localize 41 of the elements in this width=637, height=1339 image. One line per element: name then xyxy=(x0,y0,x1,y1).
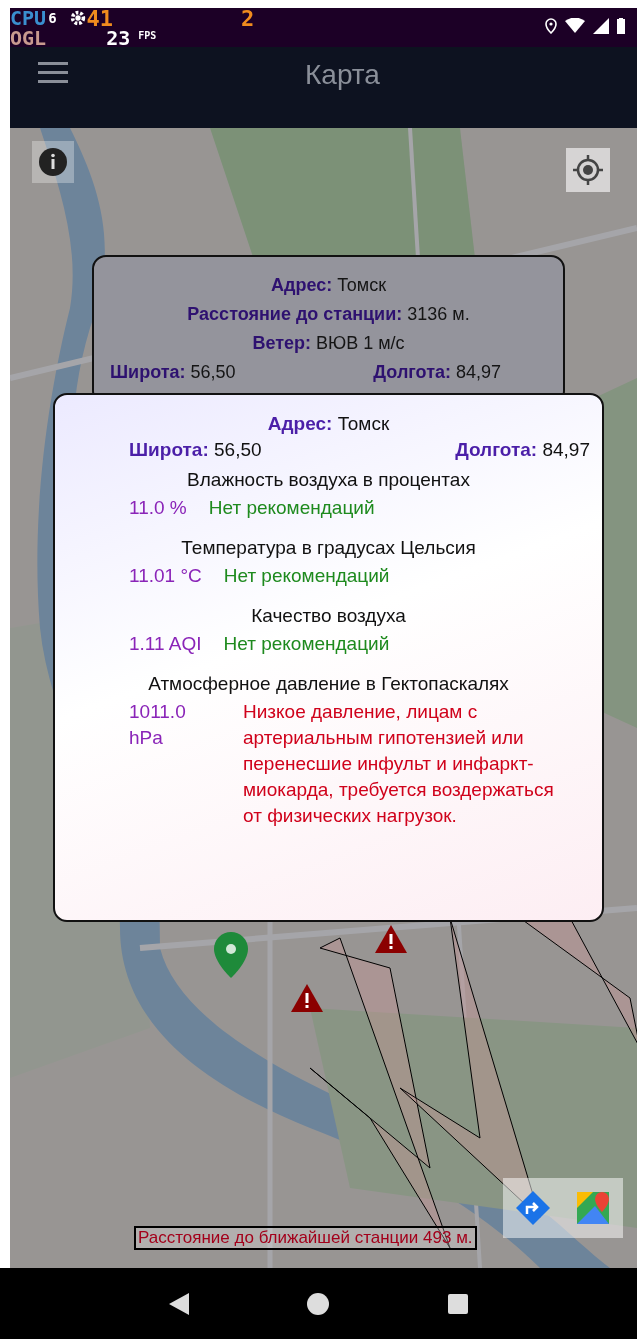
section-title: Атмосферное давление в Гектопаскалях xyxy=(147,673,510,695)
section-title: Температура в градусах Цельсия xyxy=(180,537,477,559)
reading-value: 1.11 AQI xyxy=(129,632,202,656)
screen-title: Карта xyxy=(305,59,380,91)
reading-value: 1011.0 hPa xyxy=(129,700,187,750)
reading-value: 11.01 °C xyxy=(129,564,202,588)
signal-icon xyxy=(593,18,609,34)
latitude-text: Широта: 56,50 xyxy=(129,439,262,461)
recommendation-text: Нет рекомендаций xyxy=(223,632,390,656)
info-button[interactable] xyxy=(32,141,74,183)
map-pin-icon[interactable] xyxy=(214,932,248,978)
recommendation-text: Нет рекомендаций xyxy=(223,564,390,588)
distance-label: Расстояние до ближайшей станции 493 м. xyxy=(134,1226,477,1250)
my-location-button[interactable] xyxy=(566,148,610,192)
info-row-text: Адрес: Томск xyxy=(269,275,388,296)
back-button[interactable] xyxy=(169,1292,190,1315)
section-title: Влажность воздуха в процентах xyxy=(186,469,471,491)
section-title: Качество воздуха xyxy=(250,605,407,627)
recents-button[interactable] xyxy=(447,1293,468,1314)
recommendation-text: Нет рекомендаций xyxy=(208,496,375,520)
load-reading: 2 xyxy=(241,5,255,31)
fps-label: FPS xyxy=(138,30,157,41)
warning-icon[interactable] xyxy=(290,983,324,1013)
menu-icon[interactable] xyxy=(38,61,68,84)
gear-icon xyxy=(68,9,87,27)
home-button[interactable] xyxy=(307,1292,330,1315)
info-row-text: Расстояние до станции: 3136 м. xyxy=(186,304,471,325)
latitude-text: Широта: 56,50 xyxy=(110,362,236,383)
cpu-value: 6 xyxy=(48,10,57,26)
battery-icon xyxy=(617,18,625,34)
reading-value: 11.0 % xyxy=(129,496,187,520)
location-icon xyxy=(545,18,557,34)
directions-icon[interactable] xyxy=(515,1190,551,1226)
info-row-text: Ветер: ВЮВ 1 м/с xyxy=(251,333,406,354)
longitude-text: Долгота: 84,97 xyxy=(373,362,501,383)
longitude-text: Долгота: 84,97 xyxy=(455,439,590,461)
warning-icon[interactable] xyxy=(374,924,408,954)
maps-app-icon[interactable] xyxy=(575,1190,611,1226)
address-text: Адрес: Томск xyxy=(266,413,391,435)
wifi-icon xyxy=(565,18,585,34)
recommendation-text: Низкое давление, лицам с артериальным гипотензией или перенесшие инфульт и инфаркт-миокарда, требуется воздержаться от физических нагрузок. xyxy=(243,700,555,828)
